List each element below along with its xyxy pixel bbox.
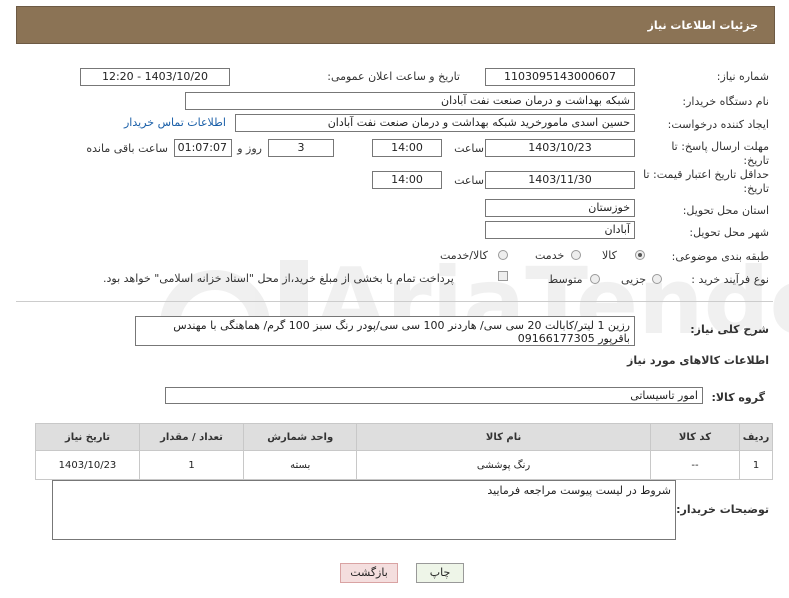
goods-info-title: اطلاعات کالاهای مورد نیاز bbox=[627, 354, 769, 367]
col-name: نام کالا bbox=[356, 423, 651, 451]
table-row[interactable]: 1 -- رنگ پوششی بسته 1 1403/10/23 bbox=[35, 450, 773, 480]
buyer-notes-label: توضیحات خریدار: bbox=[676, 503, 769, 516]
col-qty: تعداد / مقدار bbox=[138, 423, 245, 451]
cell-unit: بسته bbox=[243, 450, 358, 480]
cell-name: رنگ پوششی bbox=[356, 450, 651, 480]
category-goods-service-label: کالا/خدمت bbox=[440, 249, 488, 262]
need-number-field: 1103095143000607 bbox=[485, 68, 635, 86]
announce-label: تاریخ و ساعت اعلان عمومی: bbox=[327, 70, 460, 83]
process-partial-radio[interactable] bbox=[652, 274, 662, 284]
buyer-org-field: شبکه بهداشت و درمان صنعت نفت آبادان bbox=[185, 92, 635, 110]
col-date: تاریخ نیاز bbox=[35, 423, 140, 451]
province-label: استان محل تحویل: bbox=[682, 204, 769, 217]
cell-code: -- bbox=[649, 450, 741, 480]
deadline-time-field: 14:00 bbox=[372, 139, 442, 157]
treasury-payment-checkbox[interactable] bbox=[498, 271, 508, 281]
remaining-label: ساعت باقی مانده bbox=[86, 142, 168, 155]
remaining-field: 01:07:07 bbox=[174, 139, 232, 157]
city-field: آبادان bbox=[485, 221, 635, 239]
goods-group-field: امور تاسیساتی bbox=[165, 387, 703, 404]
deadline-time-label: ساعت bbox=[454, 142, 484, 155]
goods-group-label: گروه کالا: bbox=[711, 391, 765, 404]
col-unit: واحد شمارش bbox=[243, 423, 358, 451]
creator-label: ایجاد کننده درخواست: bbox=[667, 118, 769, 131]
items-table: ردیف کد کالا نام کالا واحد شمارش تعداد /… bbox=[35, 423, 773, 480]
creator-field: حسین اسدی مامورخرید شبکه بهداشت و درمان … bbox=[235, 114, 635, 132]
process-medium-label: متوسط bbox=[548, 273, 583, 286]
col-row: ردیف bbox=[739, 423, 773, 451]
province-field: خوزستان bbox=[485, 199, 635, 217]
category-goods-service-radio[interactable] bbox=[498, 250, 508, 260]
col-code: کد کالا bbox=[649, 423, 741, 451]
page-header: جزئیات اطلاعات نیاز bbox=[16, 6, 775, 44]
print-button[interactable]: چاپ bbox=[416, 563, 464, 583]
divider bbox=[16, 301, 773, 302]
process-label: نوع فرآیند خرید : bbox=[691, 273, 769, 286]
page-title: جزئیات اطلاعات نیاز bbox=[647, 19, 759, 32]
treasury-payment-note: پرداخت تمام یا بخشی از مبلغ خرید،از محل … bbox=[103, 272, 454, 285]
cell-qty: 1 bbox=[138, 450, 245, 480]
deadline-label-date: تاریخ: bbox=[743, 154, 769, 167]
city-label: شهر محل تحویل: bbox=[689, 226, 769, 239]
table-header-row: ردیف کد کالا نام کالا واحد شمارش تعداد /… bbox=[35, 423, 773, 451]
deadline-label: مهلت ارسال پاسخ: تا bbox=[671, 140, 769, 153]
validity-time-label: ساعت bbox=[454, 174, 484, 187]
category-service-label: خدمت bbox=[535, 249, 565, 262]
validity-label: حداقل تاریخ اعتبار قیمت: تا bbox=[643, 168, 769, 181]
description-field: رزین 1 لیتر/کابالت 20 سی سی/ هاردنر 100 … bbox=[135, 316, 635, 346]
process-medium-radio[interactable] bbox=[590, 274, 600, 284]
buyer-notes-field: شروط در لیست پیوست مراجعه فرمایید bbox=[52, 480, 676, 540]
category-label: طبقه بندی موضوعی: bbox=[671, 250, 769, 263]
validity-time-field: 14:00 bbox=[372, 171, 442, 189]
days-field: 3 bbox=[268, 139, 334, 157]
days-label: روز و bbox=[237, 142, 262, 155]
buyer-org-label: نام دستگاه خریدار: bbox=[682, 95, 769, 108]
need-number-label: شماره نیاز: bbox=[716, 70, 769, 83]
deadline-date-field: 1403/10/23 bbox=[485, 139, 635, 157]
validity-label-date: تاریخ: bbox=[743, 182, 769, 195]
validity-date-field: 1403/11/30 bbox=[485, 171, 635, 189]
back-button[interactable]: بازگشت bbox=[340, 563, 398, 583]
process-partial-label: جزیی bbox=[621, 273, 647, 286]
category-service-radio[interactable] bbox=[571, 250, 581, 260]
description-label: شرح کلی نیاز: bbox=[690, 323, 769, 336]
announce-field: 1403/10/20 - 12:20 bbox=[80, 68, 230, 86]
category-goods-radio[interactable] bbox=[635, 250, 645, 260]
category-goods-label: کالا bbox=[602, 249, 617, 262]
cell-date: 1403/10/23 bbox=[35, 450, 140, 480]
cell-row: 1 bbox=[739, 450, 773, 480]
buyer-contact-link[interactable]: اطلاعات تماس خریدار bbox=[124, 116, 226, 129]
